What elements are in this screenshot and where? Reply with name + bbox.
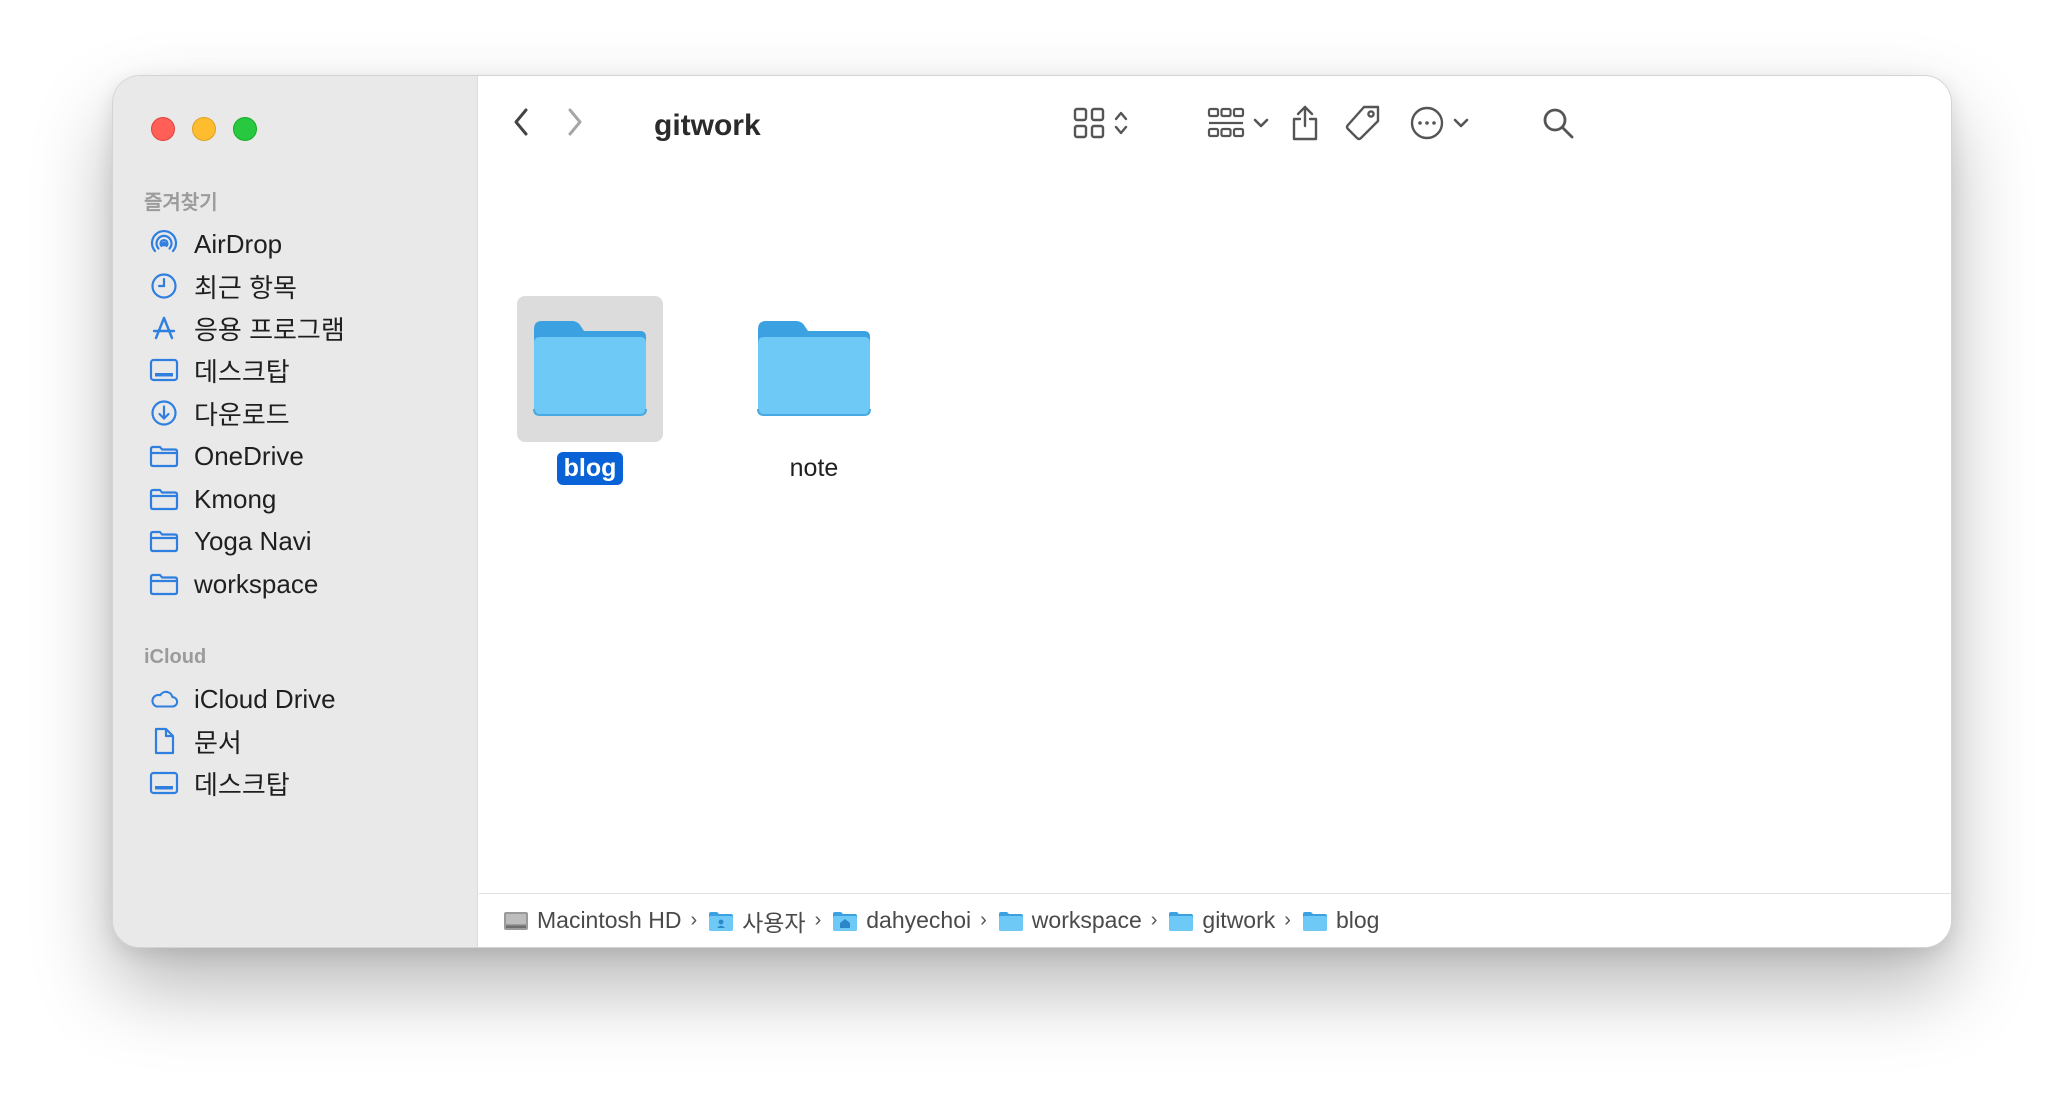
- toolbar: gitwork: [479, 76, 1951, 176]
- path-item-home[interactable]: dahyechoi: [832, 907, 971, 934]
- tag-button[interactable]: [1340, 100, 1386, 150]
- harddrive-icon: [503, 910, 529, 932]
- desktop-icon: [149, 355, 179, 385]
- share-icon: [1290, 104, 1320, 147]
- sidebar: 즐겨찾기 AirDrop 최근 항목 응용 프로그램 데스크탑 다운로드 One…: [113, 76, 478, 947]
- path-separator: ›: [690, 909, 698, 931]
- path-bar: Macintosh HD › 사용자 › dahyechoi › workspa…: [479, 893, 1951, 947]
- folder-icon: [998, 910, 1024, 932]
- sidebar-item-label: OneDrive: [194, 440, 304, 471]
- path-item-label: Macintosh HD: [537, 907, 682, 933]
- chevron-down-icon: [1253, 116, 1269, 134]
- chevron-left-icon: [512, 106, 530, 143]
- folder-icon: [149, 569, 179, 599]
- finder-window: 즐겨찾기 AirDrop 최근 항목 응용 프로그램 데스크탑 다운로드 One…: [112, 75, 1952, 948]
- download-icon: [149, 398, 179, 428]
- path-item-label: gitwork: [1202, 907, 1276, 933]
- sidebar-item-airdrop[interactable]: AirDrop: [149, 220, 459, 268]
- zoom-button[interactable]: [233, 117, 257, 141]
- folder-name: note: [789, 454, 839, 482]
- path-item-label: blog: [1335, 907, 1380, 933]
- folder-icon: [1168, 910, 1194, 932]
- path-item-workspace[interactable]: workspace: [998, 907, 1142, 934]
- path-item-gitwork[interactable]: gitwork: [1168, 907, 1275, 934]
- home-folder-icon: [832, 910, 858, 932]
- sidebar-item-label: 최근 항목: [194, 272, 297, 303]
- group-by-button[interactable]: [1203, 102, 1273, 148]
- close-button[interactable]: [151, 117, 175, 141]
- path-separator: ›: [1284, 909, 1291, 931]
- folder-icon: [149, 484, 179, 514]
- applications-icon: [149, 313, 179, 343]
- desktop-icon: [149, 768, 179, 798]
- path-item-users[interactable]: 사용자: [708, 904, 806, 938]
- folder-icon: [708, 910, 734, 932]
- window-title: gitwork: [654, 109, 761, 142]
- airdrop-icon: [149, 229, 179, 259]
- folder-thumbnail: [517, 296, 663, 442]
- favorites-section-title: 즐겨찾기: [144, 192, 218, 214]
- chevron-down-icon: [1453, 116, 1469, 134]
- more-actions-button[interactable]: [1407, 102, 1471, 148]
- folder-icon: [149, 526, 179, 556]
- folder-item-blog[interactable]: blog: [505, 296, 675, 485]
- sidebar-item-label: 데스크탑: [194, 356, 290, 387]
- path-item-label: dahyechoi: [866, 907, 972, 933]
- path-item-macintosh-hd[interactable]: Macintosh HD: [503, 907, 681, 934]
- path-item-blog[interactable]: blog: [1302, 907, 1379, 934]
- main-content: gitwork blog note Macintosh HD › 사용자 › d…: [479, 76, 1951, 947]
- folder-thumbnail: [741, 296, 887, 442]
- path-item-label: workspace: [1031, 907, 1142, 933]
- icon-grid-icon: [1072, 106, 1106, 145]
- back-button[interactable]: [505, 104, 537, 144]
- sidebar-item-label: Kmong: [194, 483, 277, 514]
- sidebar-item-documents[interactable]: 문서: [149, 717, 459, 765]
- folder-icon: [528, 315, 652, 424]
- sidebar-item-icloud-drive[interactable]: iCloud Drive: [149, 675, 459, 723]
- group-grid-icon: [1207, 106, 1245, 145]
- file-view: blog note: [479, 176, 1951, 893]
- document-icon: [149, 726, 179, 756]
- cloud-icon: [149, 684, 179, 714]
- up-down-chevron-icon: [1114, 108, 1128, 143]
- sidebar-item-label: 데스크탑: [194, 769, 290, 800]
- icloud-section-title: iCloud: [144, 646, 207, 668]
- sidebar-item-label: 다운로드: [194, 399, 290, 430]
- sidebar-item-applications[interactable]: 응용 프로그램: [149, 304, 459, 352]
- tag-icon: [1344, 104, 1382, 147]
- path-separator: ›: [980, 909, 987, 931]
- sidebar-item-recents[interactable]: 최근 항목: [149, 262, 459, 310]
- sidebar-item-yoga-navi[interactable]: Yoga Navi: [149, 517, 459, 565]
- folder-icon: [1302, 910, 1328, 932]
- sidebar-item-kmong[interactable]: Kmong: [149, 475, 459, 523]
- search-button[interactable]: [1535, 102, 1581, 148]
- folder-item-note[interactable]: note: [729, 296, 899, 485]
- minimize-button[interactable]: [192, 117, 216, 141]
- folder-name: blog: [556, 452, 624, 485]
- folder-icon: [149, 441, 179, 471]
- sidebar-item-label: workspace: [194, 568, 319, 599]
- sidebar-item-label: 응용 프로그램: [194, 314, 345, 345]
- sidebar-item-onedrive[interactable]: OneDrive: [149, 432, 459, 480]
- share-button[interactable]: [1282, 98, 1328, 152]
- sidebar-item-label: Yoga Navi: [194, 525, 312, 556]
- path-separator: ›: [1150, 909, 1158, 931]
- chevron-right-icon: [566, 106, 584, 143]
- search-icon: [1541, 106, 1575, 145]
- sidebar-item-label: AirDrop: [194, 228, 283, 259]
- forward-button[interactable]: [559, 104, 591, 144]
- view-mode-button[interactable]: [1067, 102, 1133, 148]
- traffic-lights: [151, 117, 257, 141]
- path-item-label: 사용자: [742, 909, 806, 936]
- sidebar-item-icloud-desktop[interactable]: 데스크탑: [149, 759, 459, 807]
- sidebar-item-label: iCloud Drive: [194, 683, 336, 714]
- sidebar-item-workspace[interactable]: workspace: [149, 560, 459, 608]
- ellipsis-circle-icon: [1409, 105, 1445, 146]
- folder-icon: [752, 315, 876, 424]
- sidebar-item-label: 문서: [194, 727, 242, 758]
- path-separator: ›: [814, 909, 822, 931]
- sidebar-item-downloads[interactable]: 다운로드: [149, 389, 459, 437]
- sidebar-item-desktop[interactable]: 데스크탑: [149, 346, 459, 394]
- clock-icon: [149, 271, 179, 301]
